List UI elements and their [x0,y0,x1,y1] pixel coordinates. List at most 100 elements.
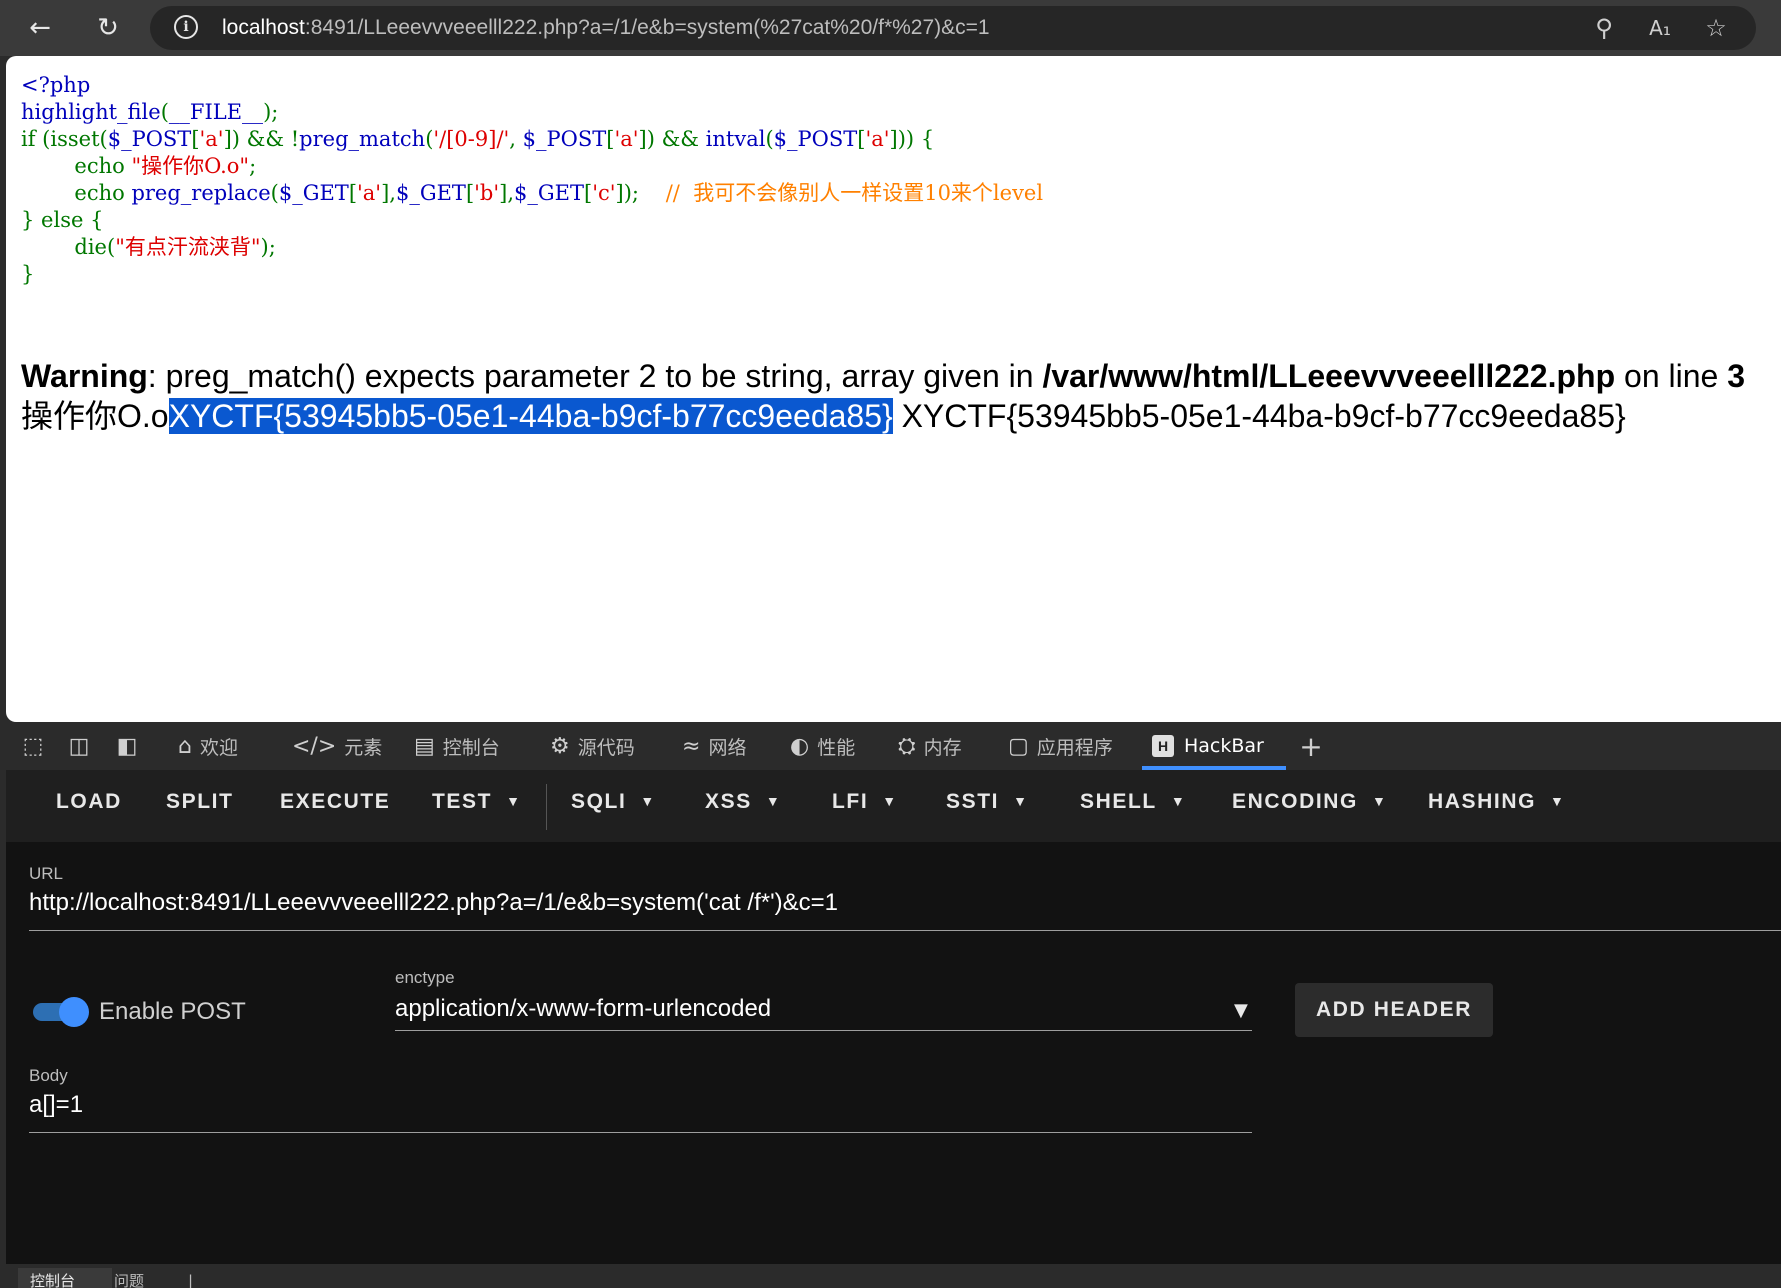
caret-down-icon: ▼ [1550,793,1566,809]
tab-label: 内存 [923,736,962,759]
output-prefix: 操作你O.o [21,398,169,434]
toolbar-divider [546,784,547,830]
url-input[interactable]: http://localhost:8491/LLeeevvveeelll222.… [29,889,838,917]
devtools-tab-bar: ⬚ ◫ ◧ ⌂ 欢迎 </> 元素 ▤ 控制台 ⚙ 源代码 ≈ 网络 ◐ 性能 ⛭ 内存 ▢ 应… [0,722,1781,770]
code-token: } [21,208,42,232]
xss-menu-button[interactable]: XSS ▼ [705,790,781,822]
code-token: ( [765,127,774,151]
button-label: ENCODING [1232,790,1358,813]
dock-sidebar-icon[interactable]: ◧ [112,732,142,760]
code-token: $_GET [278,181,349,205]
tab-welcome[interactable]: ⌂ 欢迎 [178,722,238,770]
code-token: $_GET [514,181,585,205]
read-aloud-icon[interactable]: A₁ [1644,12,1676,44]
url-label: URL [29,864,64,883]
selected-flag-text[interactable]: XYCTF{53945bb5-05e1-44ba-b9cf-b77cc9eeda… [168,398,893,434]
info-icon[interactable]: i [174,15,198,39]
caret-down-icon: ▼ [1170,793,1187,809]
execute-button[interactable]: EXECUTE [280,790,390,822]
tab-sources[interactable]: ⚙ 源代码 [550,722,635,770]
body-label: Body [29,1066,68,1085]
bottom-drawer: 控制台 问题 | [0,1264,1781,1288]
ssti-menu-button[interactable]: SSTI ▼ [946,790,1029,822]
code-token: preg_replace [131,181,271,205]
code-token: ( [270,181,279,205]
hackbar-toolbar: LOAD SPLIT EXECUTE TEST ▼ SQLI ▼ XSS ▼ LFI ▼… [6,770,1781,842]
code-token: [ [465,181,475,205]
add-header-button[interactable]: ADD HEADER [1295,983,1493,1037]
caret-down-icon: ▼ [640,793,656,809]
chevron-down-icon[interactable]: ▼ [1234,1000,1248,1021]
enable-post-toggle[interactable] [33,997,89,1027]
code-token: else [41,208,91,232]
caret-down-icon: ▼ [506,793,522,809]
drawer-tab-issues[interactable]: 问题 [114,1268,174,1288]
tab-application[interactable]: ▢ 应用程序 [1008,722,1113,770]
warning-label: Warning [21,358,148,394]
code-token: ]) [223,127,247,151]
code-token: [ [191,127,200,151]
chip-icon: ⛭ [898,733,916,759]
tab-memory[interactable]: ⛭ 内存 [898,722,962,770]
tab-label: 应用程序 [1036,736,1113,759]
code-token: ); [263,100,279,124]
hashing-menu-button[interactable]: HASHING ▼ [1428,790,1566,822]
device-emulation-icon[interactable]: ◫ [64,732,94,760]
address-url[interactable]: localhost:8491/LLeeevvveeelll222.php?a=/… [222,16,990,40]
sqli-menu-button[interactable]: SQLI ▼ [571,790,656,822]
code-line: highlight_file(__FILE__); [21,100,278,124]
code-token: ], [381,181,396,205]
tab-label: 性能 [817,736,856,759]
code-token: echo [21,154,132,178]
tab-console[interactable]: ▤ 控制台 [414,722,500,770]
button-label: LOAD [56,790,122,813]
test-menu-button[interactable]: TEST ▼ [432,790,522,822]
body-input[interactable]: a[]=1 [29,1091,83,1119]
lfi-menu-button[interactable]: LFI ▼ [832,790,898,822]
plus-icon[interactable]: + [1296,730,1326,763]
back-arrow-icon[interactable]: ← [20,10,60,46]
output-flag: XYCTF{53945bb5-05e1-44ba-b9cf-b77cc9eeda… [892,398,1626,434]
code-token: $_GET [395,181,466,205]
button-label: EXECUTE [280,790,391,813]
code-token: if [21,127,43,151]
drawer-more-icon[interactable]: | [188,1268,198,1288]
page-content: <?php highlight_file(__FILE__); if (isse… [6,56,1781,722]
code-token: echo [21,181,132,205]
bug-icon: ⚙ [550,733,570,759]
enctype-select[interactable]: application/x-www-form-urlencoded [395,995,771,1023]
code-token: $_POST [773,127,858,151]
encoding-menu-button[interactable]: ENCODING ▼ [1232,790,1387,822]
tab-hackbar[interactable]: H HackBar [1152,722,1264,770]
zoom-icon[interactable]: ⚲ [1588,12,1620,44]
code-token: ], [499,181,515,205]
code-token: $_POST [522,127,607,151]
button-label: SSTI [946,790,1000,813]
gauge-icon: ◐ [790,733,810,759]
flag-output-line: 操作你O.oXYCTF{53945bb5-05e1-44ba-b9cf-b77c… [21,396,1745,436]
toggle-knob [59,997,89,1027]
shell-menu-button[interactable]: SHELL ▼ [1080,790,1186,822]
address-bar[interactable]: i localhost:8491/LLeeevvveeelll222.php?a… [150,6,1756,50]
inspect-element-icon[interactable]: ⬚ [18,732,48,760]
button-label: SPLIT [166,790,234,813]
tab-performance[interactable]: ◐ 性能 [790,722,855,770]
load-button[interactable]: LOAD [56,790,122,822]
split-button[interactable]: SPLIT [166,790,234,822]
enctype-label: enctype [395,968,455,987]
code-token: { [90,208,104,232]
drawer-tab-console[interactable]: 控制台 [18,1268,112,1288]
button-label: LFI [832,790,869,813]
button-label: XSS [705,790,752,813]
caret-down-icon: ▼ [1013,793,1029,809]
code-token: } [21,262,35,286]
code-comment: // 我可不会像别人一样设置10来个level [665,181,1044,205]
caret-down-icon: ▼ [1371,793,1388,809]
code-token: && [661,127,706,151]
tab-elements[interactable]: </> 元素 [292,722,382,770]
home-icon: ⌂ [178,733,192,759]
favorite-star-icon[interactable]: ☆ [1700,12,1732,44]
tab-network[interactable]: ≈ 网络 [682,722,746,770]
code-token: ])) [889,127,921,151]
refresh-icon[interactable]: ↻ [88,10,128,46]
